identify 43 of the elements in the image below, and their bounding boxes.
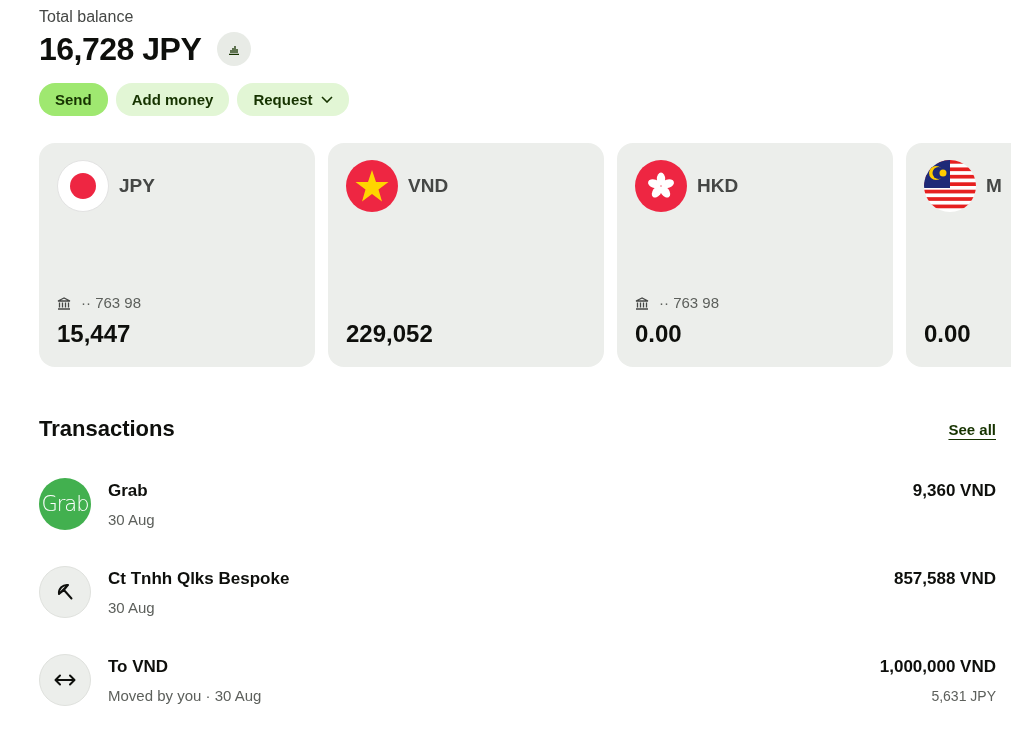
currency-code: HKD: [697, 175, 739, 197]
currency-code: JPY: [119, 175, 155, 197]
bank-icon: [635, 296, 649, 310]
flag-icon: [346, 160, 398, 212]
account-number: ·· 763 98: [81, 293, 142, 313]
account-card[interactable]: VND 229,052: [328, 143, 604, 367]
see-all-link[interactable]: See all: [948, 420, 996, 438]
balance-label: Total balance: [39, 7, 135, 27]
bank-icon: [57, 296, 71, 310]
currency-code: M: [986, 175, 1002, 197]
transaction-name: Grab: [108, 481, 149, 501]
merchant-logo: Grab: [39, 478, 91, 530]
bar-chart-icon: [228, 43, 241, 55]
account-card[interactable]: JPY ·· 763 98 15,447: [39, 143, 315, 367]
flag-icon: [924, 160, 976, 212]
balance-amount: 16,728 JPY: [39, 30, 202, 69]
chevron-down-icon: [320, 96, 333, 103]
transaction-date: 30 Aug: [108, 510, 156, 530]
account-number: ·· 763 98: [659, 293, 720, 313]
add-money-button[interactable]: Add money: [115, 83, 230, 116]
account-balance: 15,447: [57, 319, 132, 349]
transaction-amount: 9,360 VND: [912, 481, 996, 501]
account-card[interactable]: HKD ·· 763 98 0.00: [617, 143, 893, 367]
transaction-date: 30 Aug: [108, 598, 156, 618]
request-button[interactable]: Request: [237, 83, 349, 116]
chart-button[interactable]: [217, 32, 252, 66]
section-title: Transactions: [39, 415, 175, 443]
transaction-date: Moved by you · 30 Aug: [108, 686, 263, 706]
account-card[interactable]: M 0.00: [906, 143, 1011, 367]
converted-amount: 5,631 JPY: [931, 687, 996, 706]
currency-code: VND: [408, 175, 449, 197]
exchange-arrows-icon: [54, 674, 76, 686]
flag-icon: [635, 160, 687, 212]
umbrella-icon: [55, 582, 75, 602]
account-balance: 0.00: [635, 319, 683, 349]
flag-icon: [57, 160, 109, 212]
send-button[interactable]: Send: [39, 83, 108, 116]
transaction-name: To VND: [108, 657, 170, 677]
transaction-name: Ct Tnhh Qlks Bespoke: [108, 569, 291, 589]
transaction-amount: 1,000,000 VND: [879, 657, 996, 677]
account-balance: 229,052: [346, 319, 434, 349]
transaction-amount: 857,588 VND: [893, 569, 996, 589]
account-balance: 0.00: [924, 319, 972, 349]
